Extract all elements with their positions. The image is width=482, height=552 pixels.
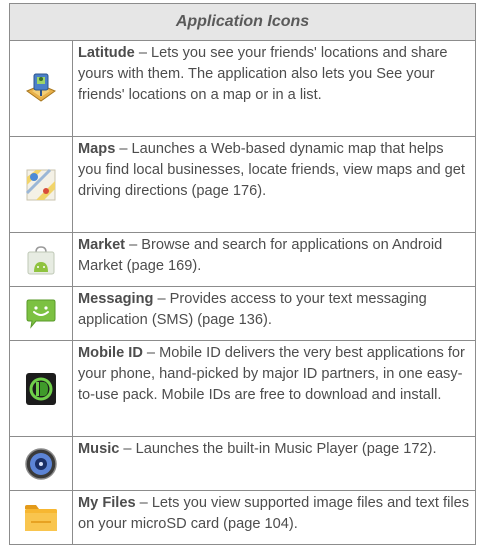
icon-cell xyxy=(9,340,73,437)
row-text: – Browse and search for applications on … xyxy=(78,237,443,274)
row-name: Messaging xyxy=(78,291,154,307)
icon-cell xyxy=(9,136,73,233)
my-files-icon xyxy=(25,504,57,531)
row-name: Mobile ID xyxy=(78,345,143,361)
table-row: My Files – Lets you view supported image… xyxy=(9,490,476,545)
row-description: Maps – Launches a Web-based dynamic map … xyxy=(72,136,476,233)
icon-cell xyxy=(9,436,73,491)
row-text: – Launches a Web-based dynamic map that … xyxy=(78,141,465,199)
table-row: Market – Browse and search for applicati… xyxy=(9,232,476,287)
row-name: Market xyxy=(78,237,126,253)
messaging-icon xyxy=(26,299,56,329)
music-icon xyxy=(25,447,57,480)
latitude-icon xyxy=(25,73,57,102)
row-description: My Files – Lets you view supported image… xyxy=(72,490,476,545)
maps-icon xyxy=(25,168,56,200)
table-header-row: Application Icons xyxy=(9,3,476,41)
row-description: Market – Browse and search for applicati… xyxy=(72,232,476,287)
icon-cell xyxy=(9,286,73,341)
table-row: Music – Launches the built-in Music Play… xyxy=(9,436,476,491)
application-icons-table: Application Icons Latitude – Lets you se… xyxy=(9,3,476,545)
table-row: Maps – Launches a Web-based dynamic map … xyxy=(9,136,476,233)
table-row: Mobile ID – Mobile ID delivers the very … xyxy=(9,340,476,437)
row-description: Mobile ID – Mobile ID delivers the very … xyxy=(72,340,476,437)
row-description: Music – Launches the built-in Music Play… xyxy=(72,436,476,491)
row-description: Messaging – Provides access to your text… xyxy=(72,286,476,341)
table-row: Messaging – Provides access to your text… xyxy=(9,286,476,341)
icon-cell xyxy=(9,490,73,545)
row-name: Maps xyxy=(78,141,116,157)
mobile-id-icon xyxy=(26,372,56,405)
table-row: Latitude – Lets you see your friends' lo… xyxy=(9,40,476,137)
row-description: Latitude – Lets you see your friends' lo… xyxy=(72,40,476,137)
table-title: Application Icons xyxy=(9,3,476,41)
market-icon xyxy=(27,245,55,274)
icon-cell xyxy=(9,40,73,137)
row-text: – Launches the built-in Music Player (pa… xyxy=(119,441,437,457)
icon-cell xyxy=(9,232,73,287)
row-text: – Lets you view supported image files an… xyxy=(78,495,469,532)
row-name: Latitude xyxy=(78,45,135,61)
row-name: Music xyxy=(78,441,120,457)
row-name: My Files xyxy=(78,495,136,511)
